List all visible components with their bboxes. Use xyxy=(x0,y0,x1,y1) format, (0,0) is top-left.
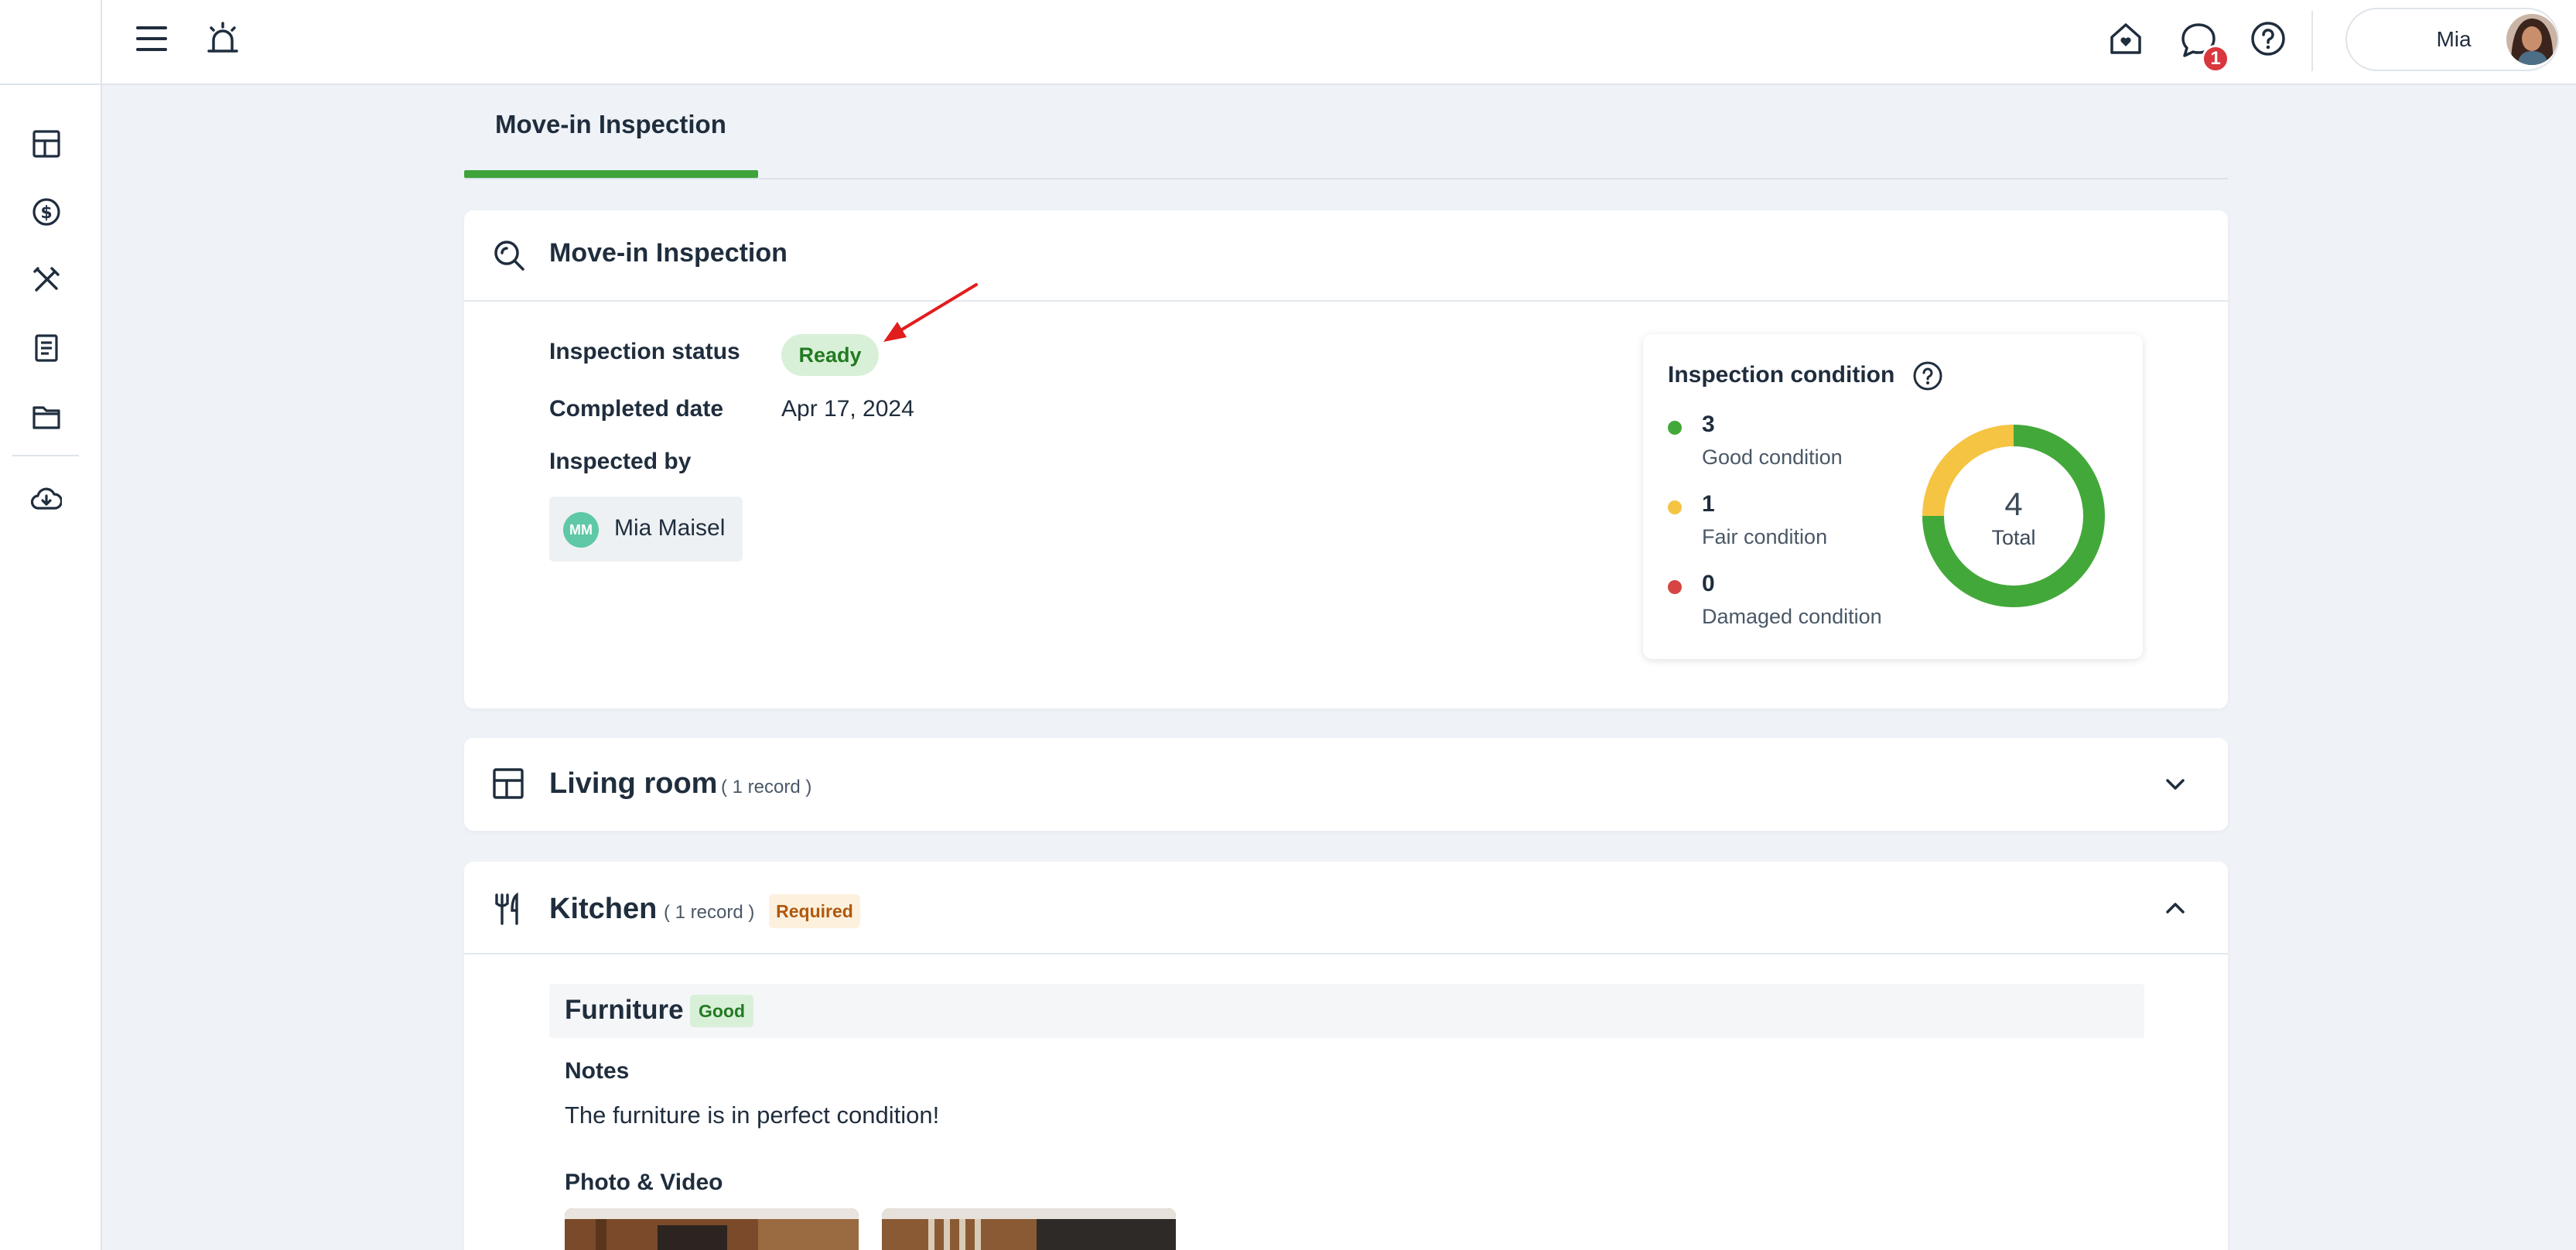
room-grid-icon xyxy=(493,768,524,799)
tab-move-in-inspection[interactable]: Move-in Inspection xyxy=(464,87,758,179)
good-count: 3 xyxy=(1702,412,1715,437)
donut-slice-fair-condition xyxy=(1922,425,2014,517)
legend-dot-damaged xyxy=(1668,580,1682,594)
inspector-chip[interactable]: MM Mia Maisel xyxy=(549,497,743,562)
fair-label: Fair condition xyxy=(1702,525,1828,548)
document-icon xyxy=(35,334,58,362)
folder-icon xyxy=(32,406,60,429)
fork-knife-icon xyxy=(495,893,518,925)
donut-total-label: Total xyxy=(1991,526,2035,549)
inspector-avatar: MM xyxy=(563,512,599,548)
room-accordion-living-room[interactable]: Living room ( 1 record ) xyxy=(464,738,2228,831)
sidebar-divider xyxy=(12,455,79,456)
annotation-arrow-icon xyxy=(883,283,978,342)
photo-video-label: Photo & Video xyxy=(565,1170,723,1195)
avatar[interactable] xyxy=(2506,14,2557,65)
user-menu-button[interactable]: Mia xyxy=(2345,8,2559,71)
legend-dot-fair xyxy=(1668,500,1682,514)
completed-date-value: Apr 17, 2024 xyxy=(781,396,914,422)
inspection-condition-panel: Inspection condition 3 Good condition 1 … xyxy=(1643,334,2143,659)
fair-count: 1 xyxy=(1702,491,1715,517)
dollar-circle-icon: $ xyxy=(32,198,60,226)
inspected-by-label: Inspected by xyxy=(549,449,692,474)
tab-active-indicator xyxy=(464,170,758,178)
condition-donut-chart: 4 Total xyxy=(1922,425,2105,607)
damaged-label: Damaged condition xyxy=(1702,605,1882,628)
sidebar-item-payments[interactable]: $ xyxy=(26,192,67,232)
hamburger-menu-icon[interactable] xyxy=(132,19,172,59)
home-heart-icon[interactable] xyxy=(2106,19,2146,59)
tab-label: Move-in Inspection xyxy=(495,110,726,138)
top-bar: 1 Mia xyxy=(0,0,2576,85)
sidebar-item-downloads[interactable] xyxy=(26,480,67,520)
damaged-count: 0 xyxy=(1702,571,1715,596)
sidebar-item-documents[interactable] xyxy=(26,328,67,368)
kitchen-header[interactable]: Kitchen ( 1 record ) Required xyxy=(464,862,2228,955)
status-badge: Ready xyxy=(781,334,879,376)
room-record-count: ( 1 record ) xyxy=(721,777,812,797)
room-title: Living room xyxy=(549,767,718,800)
topbar-divider xyxy=(2311,11,2313,71)
inspection-card-title: Move-in Inspection xyxy=(549,238,787,268)
messages-badge: 1 xyxy=(2202,45,2229,73)
notes-value: The furniture is in perfect condition! xyxy=(565,1101,940,1129)
svg-text:$: $ xyxy=(40,203,52,223)
alarm-bell-icon[interactable] xyxy=(203,19,243,59)
tab-bar-rule xyxy=(464,178,2228,179)
completed-date-label: Completed date xyxy=(549,396,724,422)
tools-icon xyxy=(33,267,60,292)
item-name: Furniture xyxy=(565,995,684,1025)
room-record-count: ( 1 record ) xyxy=(664,902,755,923)
chevron-down-icon[interactable] xyxy=(2161,770,2189,798)
inspector-name: Mia Maisel xyxy=(614,515,726,541)
room-title: Kitchen xyxy=(549,893,658,925)
media-thumbnail[interactable] xyxy=(882,1208,1176,1250)
chevron-up-icon[interactable] xyxy=(2161,894,2189,922)
inspection-item-furniture: Furniture Good xyxy=(549,984,2144,1038)
inspection-summary-card: Move-in Inspection Inspection status Rea… xyxy=(464,210,2228,709)
required-badge: Required xyxy=(769,894,860,928)
brand-cell xyxy=(0,0,102,85)
question-circle-icon[interactable] xyxy=(2248,19,2288,59)
legend-dot-good xyxy=(1668,421,1682,435)
dashboard-grid-icon xyxy=(32,130,60,158)
sidebar-item-maintenance[interactable] xyxy=(26,260,67,300)
good-label: Good condition xyxy=(1702,446,1843,469)
inspection-card-header: Move-in Inspection xyxy=(464,210,2228,302)
question-circle-icon[interactable] xyxy=(1912,360,1943,391)
user-name: Mia xyxy=(2436,27,2472,51)
condition-title: Inspection condition xyxy=(1668,362,1895,388)
cloud-download-icon xyxy=(31,487,62,510)
sidebar-item-dashboard[interactable] xyxy=(26,124,67,164)
sidebar: $ xyxy=(0,85,102,1250)
sidebar-item-files[interactable] xyxy=(26,396,67,436)
search-zoom-icon xyxy=(494,241,524,271)
room-accordion-kitchen: Kitchen ( 1 record ) Required Furniture … xyxy=(464,862,2228,1250)
notes-label: Notes xyxy=(565,1058,630,1084)
inspection-status-label: Inspection status xyxy=(549,339,740,364)
media-thumbnail[interactable] xyxy=(565,1208,859,1250)
condition-badge: Good xyxy=(690,995,753,1027)
donut-total-value: 4 xyxy=(2004,486,2022,522)
